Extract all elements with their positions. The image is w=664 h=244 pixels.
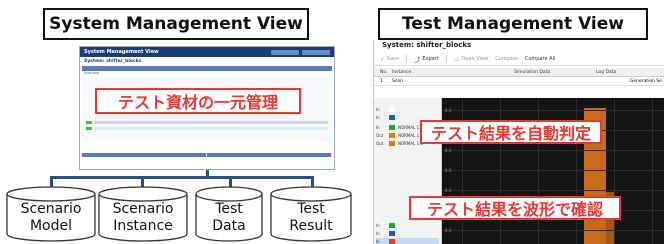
col-log-data: Log Data	[596, 69, 617, 75]
toolbar: ✓ Save ⤴ Export ▭ Open View Compare Compare…	[374, 53, 664, 66]
footer-bar	[82, 153, 332, 157]
wave-tick-label: 0.0	[445, 148, 452, 153]
table-row[interactable]: 1 Scen Generation Se	[374, 77, 664, 86]
table-header: No. Instance Simulation Data Log Data	[374, 68, 664, 77]
wave-tick-label: 0.0	[445, 228, 452, 233]
repository-label: Scenario Model	[6, 201, 96, 235]
instance-table: No. Instance Simulation Data Log Data 1 …	[374, 68, 664, 86]
label-line: Result	[289, 218, 333, 234]
status-marker	[86, 121, 92, 124]
signal-color-swatch	[389, 133, 395, 138]
cell-instance: Scen	[392, 78, 403, 84]
scenario-strip[interactable]	[94, 127, 328, 130]
wave-tick-label: 0.0	[445, 168, 452, 173]
signal-color-swatch	[389, 223, 395, 228]
signal-row[interactable]: In	[376, 238, 439, 244]
signal-name: In	[376, 107, 380, 112]
signal-name: In	[376, 239, 380, 244]
system-name: System: shifter_blocks	[382, 41, 472, 49]
repository-label: Test Result	[270, 201, 352, 235]
scenario-instance-repository: Scenario Instance	[98, 186, 188, 242]
col-instance: Instance	[392, 69, 412, 75]
toolbar-separator	[406, 55, 408, 63]
test-result-repository: Test Result	[270, 186, 352, 242]
label-line: Instance	[113, 218, 173, 234]
system-label: System: shifter_blocks	[84, 59, 142, 64]
label-line: Scenario	[20, 201, 82, 217]
scenario-strip[interactable]	[94, 121, 328, 124]
grid-line	[442, 170, 664, 171]
col-no: No.	[380, 69, 388, 75]
status-marker	[86, 127, 92, 130]
export-icon: ⤴	[414, 56, 421, 64]
signal-name: Out	[376, 133, 384, 138]
signal-row[interactable]: In	[376, 106, 439, 113]
col-simulation-data: Simulation Data	[514, 69, 551, 75]
toolbar-separator	[445, 55, 447, 63]
waveform-check-callout: テスト結果を波形で確認	[409, 196, 621, 220]
grid-line	[442, 190, 664, 191]
test-result-tab[interactable]	[207, 153, 332, 157]
app-header: System Management View	[80, 47, 334, 57]
header-button[interactable]	[271, 49, 299, 55]
cell-log-data: Generation Se	[629, 78, 662, 84]
label-line: Model	[29, 218, 73, 234]
save-label: Save	[387, 56, 400, 62]
view-icon: ▭	[453, 55, 460, 63]
repository-label: Scenario Instance	[98, 201, 188, 235]
wave-tick-label: 0.0	[445, 108, 452, 113]
label-line: Scenario	[112, 201, 174, 217]
signal-row[interactable]: In	[376, 222, 439, 229]
open-view-label: Open View	[461, 56, 489, 62]
export-label: Export	[422, 56, 439, 62]
test-data-tab[interactable]	[82, 153, 207, 157]
label-line: Data	[212, 218, 246, 234]
test-management-view-title: Test Management View	[378, 8, 648, 40]
signal-name: Out	[376, 141, 384, 146]
app-header-title: System Management View	[84, 49, 159, 55]
signal-name: In	[376, 231, 380, 236]
grid-line	[652, 98, 653, 244]
grid-line	[614, 98, 615, 244]
signal-name: In	[376, 115, 380, 120]
signal-color-swatch	[389, 231, 395, 236]
signal-color-swatch	[389, 141, 395, 146]
save-button[interactable]: ✓ Save	[380, 56, 399, 63]
grid-line	[442, 150, 664, 151]
test-data-repository: Test Data	[195, 186, 263, 242]
open-view-button[interactable]: ▭ Open View	[454, 56, 488, 63]
cell-no: 1	[380, 78, 383, 84]
grid-line	[442, 110, 664, 111]
signal-color-swatch	[389, 115, 395, 120]
signal-color-swatch	[389, 107, 395, 112]
grid-line	[442, 230, 664, 231]
header-button[interactable]	[302, 49, 330, 55]
wave-tick-label: 0.0	[445, 188, 452, 193]
signal-name: In	[376, 223, 380, 228]
label-line: Test	[297, 201, 325, 217]
export-button[interactable]: ⤴ Export	[414, 55, 438, 64]
signal-name: In	[376, 125, 380, 130]
scenario-model-repository: Scenario Model	[6, 186, 96, 242]
left-callout: テスト資材の一元管理	[95, 88, 301, 114]
label-line: Test	[215, 201, 243, 217]
system-management-view-title: System Management View	[43, 8, 309, 40]
signal-color-swatch	[389, 125, 395, 130]
signal-color-swatch	[389, 239, 395, 244]
repository-label: Test Data	[195, 201, 263, 235]
connector-bus	[50, 176, 314, 179]
check-icon: ✓	[380, 55, 386, 63]
compare-all-button[interactable]: Compare All	[525, 56, 555, 62]
signal-row[interactable]: In	[376, 230, 439, 237]
auto-judgement-callout: テスト結果を自動判定	[420, 120, 602, 144]
compare-button[interactable]: Compare	[495, 56, 518, 62]
